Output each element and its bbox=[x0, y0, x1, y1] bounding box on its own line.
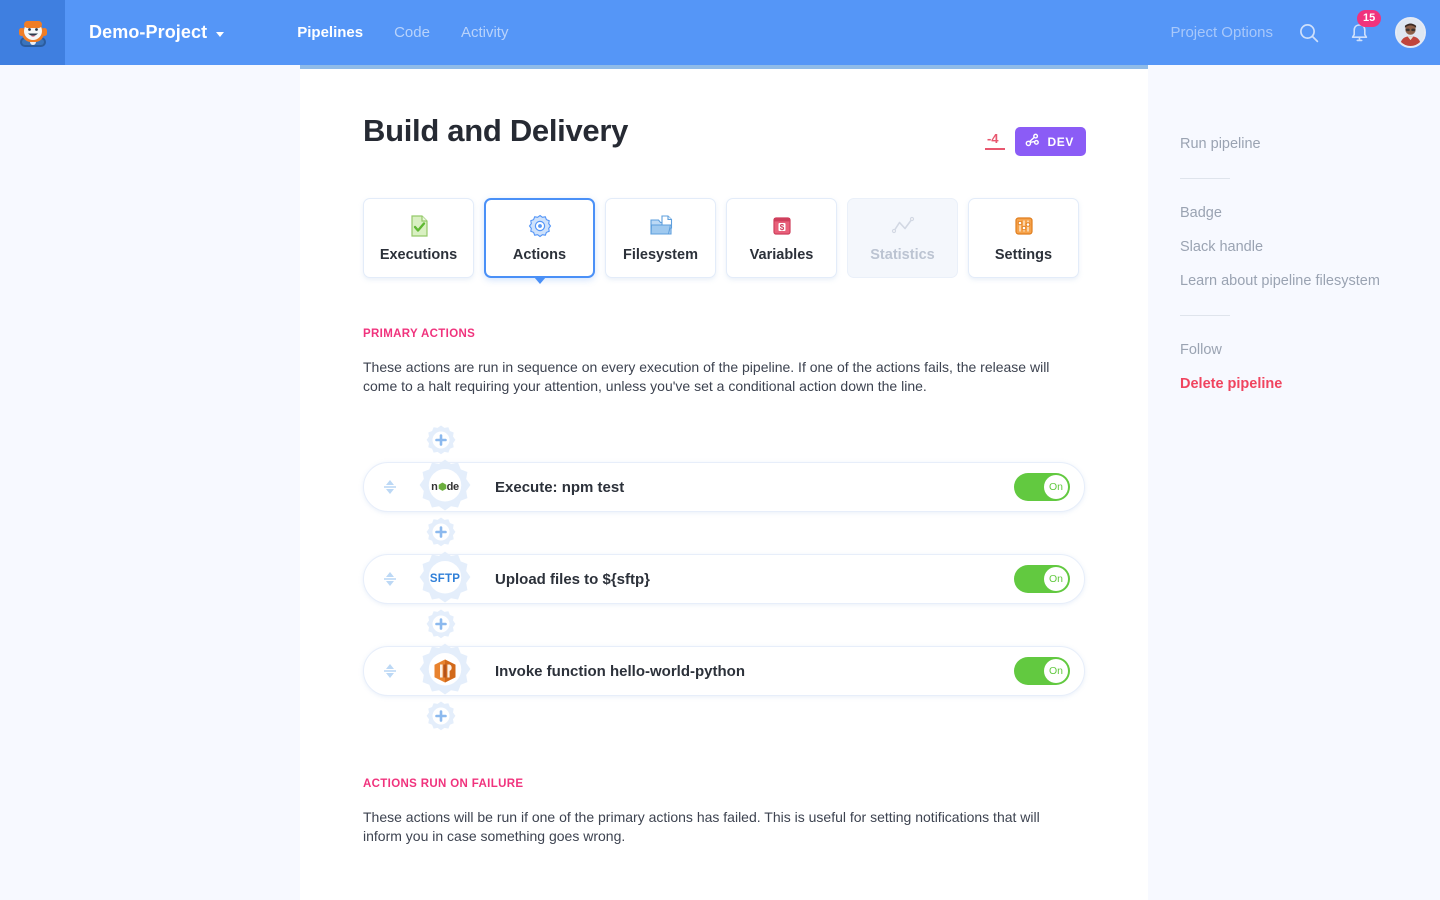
primary-actions-description: These actions are run in sequence on eve… bbox=[363, 359, 1050, 394]
plus-gear-icon bbox=[426, 517, 456, 547]
tab-statistics[interactable]: Statistics bbox=[847, 198, 958, 278]
environment-badge-label: DEV bbox=[1047, 134, 1074, 149]
sliders-icon bbox=[1011, 213, 1036, 238]
action-toggle[interactable]: On bbox=[1014, 565, 1070, 593]
action-row: SFTP Upload files to ${sftp} On bbox=[363, 551, 1086, 604]
environment-badge[interactable]: DEV bbox=[1014, 127, 1086, 156]
primary-actions-heading: PRIMARY ACTIONS bbox=[363, 328, 476, 340]
drag-handle-icon[interactable] bbox=[379, 660, 401, 682]
rail-item-follow[interactable]: Follow bbox=[1180, 333, 1440, 367]
tab-label: Settings bbox=[994, 247, 1053, 263]
action-icon-frame: n de bbox=[415, 457, 475, 517]
change-count-badge: -4 bbox=[985, 132, 1005, 150]
action-row: n de Execute: npm test On bbox=[363, 459, 1086, 512]
folder-icon bbox=[648, 213, 673, 238]
add-action-button[interactable] bbox=[424, 608, 458, 642]
divider bbox=[1180, 315, 1230, 316]
action-label: Invoke function hello-world-python bbox=[495, 662, 745, 680]
actions-flow: n de Execute: npm test On SFTP Upload fi… bbox=[363, 424, 1086, 734]
plus-gear-icon bbox=[426, 701, 456, 731]
project-switcher[interactable]: Demo-Project bbox=[89, 22, 225, 43]
nav-item-activity[interactable]: Activity bbox=[461, 24, 509, 41]
rail-item-learn-filesystem[interactable]: Learn about pipeline filesystem bbox=[1180, 264, 1440, 298]
nodejs-icon: n de bbox=[431, 481, 459, 493]
rail-item-delete-pipeline[interactable]: Delete pipeline bbox=[1180, 367, 1440, 401]
action-toggle[interactable]: On bbox=[1014, 657, 1070, 685]
toggle-state-label: On bbox=[1044, 475, 1068, 499]
tab-label: Filesystem bbox=[623, 247, 698, 263]
document-check-icon bbox=[406, 213, 431, 238]
toggle-state-label: On bbox=[1044, 567, 1068, 591]
add-action-button[interactable] bbox=[424, 700, 458, 734]
nav-item-pipelines[interactable]: Pipelines bbox=[297, 24, 363, 41]
divider bbox=[1180, 178, 1230, 179]
pipeline-detail-card: Build and Delivery -4 DEV Executions Act… bbox=[300, 69, 1148, 900]
plus-gear-icon bbox=[426, 609, 456, 639]
chevron-down-icon bbox=[216, 31, 225, 37]
rail-item-slack-handle[interactable]: Slack handle bbox=[1180, 230, 1440, 264]
notification-count-badge: 15 bbox=[1357, 9, 1382, 27]
failure-actions-description: These actions will be run if one of the … bbox=[363, 809, 1040, 844]
action-icon-frame: SFTP bbox=[415, 549, 475, 609]
rail-item-badge[interactable]: Badge bbox=[1180, 196, 1440, 230]
topbar-right-group: Project Options 15 bbox=[1170, 9, 1440, 48]
tab-filesystem[interactable]: Filesystem bbox=[605, 198, 716, 278]
pipeline-tabs: Executions Actions Filesystem $ Variable… bbox=[363, 198, 1086, 284]
buddy-robot-logo-icon bbox=[13, 13, 53, 53]
pipeline-side-actions: Run pipeline Badge Slack handle Learn ab… bbox=[1148, 69, 1440, 401]
svg-text:$: $ bbox=[779, 223, 784, 232]
dollar-card-icon: $ bbox=[769, 213, 794, 238]
tab-label: Statistics bbox=[870, 247, 935, 263]
tab-label: Actions bbox=[512, 247, 567, 263]
bell-icon[interactable]: 15 bbox=[1345, 9, 1382, 47]
project-options-button[interactable]: Project Options bbox=[1170, 24, 1273, 41]
rail-item-run-pipeline[interactable]: Run pipeline bbox=[1180, 127, 1440, 161]
branch-icon bbox=[1025, 133, 1040, 150]
toggle-state-label: On bbox=[1044, 659, 1068, 683]
line-chart-icon bbox=[890, 213, 915, 238]
tab-variables[interactable]: $ Variables bbox=[726, 198, 837, 278]
page-title: Build and Delivery bbox=[363, 113, 629, 148]
avatar[interactable] bbox=[1395, 17, 1426, 48]
page-header: Build and Delivery -4 DEV bbox=[363, 113, 1086, 156]
drag-handle-icon[interactable] bbox=[379, 476, 401, 498]
action-row: Invoke function hello-world-python On bbox=[363, 643, 1086, 696]
plus-gear-icon bbox=[426, 425, 456, 455]
aws-lambda-icon bbox=[425, 651, 465, 691]
failure-actions-heading: ACTIONS RUN ON FAILURE bbox=[363, 778, 524, 790]
project-name-label: Demo-Project bbox=[89, 22, 208, 42]
action-toggle[interactable]: On bbox=[1014, 473, 1070, 501]
page-header-badges: -4 DEV bbox=[985, 113, 1086, 156]
tab-settings[interactable]: Settings bbox=[968, 198, 1079, 278]
action-label: Execute: npm test bbox=[495, 478, 625, 496]
add-action-button[interactable] bbox=[424, 516, 458, 550]
app-logo[interactable] bbox=[0, 0, 65, 65]
tab-label: Executions bbox=[379, 247, 458, 263]
sftp-icon: SFTP bbox=[429, 573, 461, 585]
tab-label: Variables bbox=[749, 247, 814, 263]
search-icon[interactable] bbox=[1295, 19, 1323, 47]
main-nav: Pipelines Code Activity bbox=[297, 24, 508, 41]
tab-executions[interactable]: Executions bbox=[363, 198, 474, 278]
add-action-button[interactable] bbox=[424, 424, 458, 458]
tab-actions[interactable]: Actions bbox=[484, 198, 595, 284]
action-icon-frame bbox=[415, 641, 475, 701]
top-navigation-bar: Demo-Project Pipelines Code Activity Pro… bbox=[0, 0, 1440, 65]
drag-handle-icon[interactable] bbox=[379, 568, 401, 590]
nav-item-code[interactable]: Code bbox=[394, 24, 430, 41]
gear-icon bbox=[527, 213, 552, 238]
action-label: Upload files to ${sftp} bbox=[495, 570, 651, 588]
